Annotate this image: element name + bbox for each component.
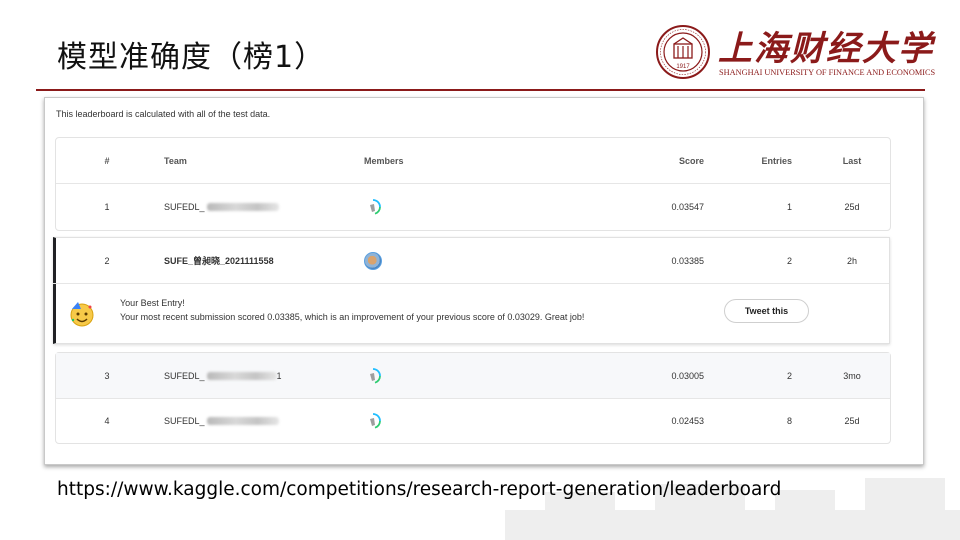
team-cell[interactable]: SUFEDL_ 1 — [164, 353, 344, 398]
members-cell — [364, 238, 424, 283]
rank-cell: 1 — [104, 202, 110, 212]
last-cell: 2h — [846, 255, 857, 266]
team-name-suffix: 1 — [276, 370, 282, 381]
team-name[interactable]: SUFEDL_ — [164, 371, 205, 381]
score-cell: 0.03005 — [671, 370, 704, 381]
university-logo: 1917 上海财经大学 SHANGHAI UNIVERSITY OF FINAN… — [652, 23, 935, 81]
seal-year: 1917 — [676, 64, 690, 70]
team-cell[interactable]: SUFEDL_ — [164, 399, 344, 443]
tweet-this-button[interactable]: Tweet this — [724, 299, 809, 323]
leaderboard-url[interactable]: https://www.kaggle.com/competitions/rese… — [57, 479, 781, 500]
entries-cell: 2 — [786, 370, 792, 381]
best-entry-title: Your Best Entry! — [120, 298, 185, 308]
column-header-members[interactable]: Members — [364, 138, 424, 183]
team-cell[interactable]: SUFEDL_ — [164, 184, 344, 230]
rank-cell: 2 — [104, 255, 110, 266]
table-row-mine[interactable]: 2 SUFE_曾昶晓_2021111558 0.03385 2 2h — [53, 238, 889, 284]
entries-cell: 8 — [786, 416, 792, 426]
table-row[interactable]: 4 SUFEDL_ 0.02453 8 25d — [56, 399, 890, 443]
logo-english-name: SHANGHAI UNIVERSITY OF FINANCE AND ECONO… — [719, 68, 936, 77]
member-avatar[interactable] — [364, 251, 382, 270]
header-divider — [36, 89, 925, 91]
rank-cell: 3 — [104, 370, 110, 381]
leaderboard-note: This leaderboard is calculated with all … — [56, 109, 271, 119]
leaderboard-screenshot: This leaderboard is calculated with all … — [44, 97, 924, 465]
team-name[interactable]: SUFEDL_ — [164, 202, 205, 212]
leaderboard-table-top: # Team Members Score Entries Last 1 SUFE… — [55, 137, 891, 231]
rank-cell: 4 — [104, 416, 110, 426]
column-header-rank[interactable]: # — [96, 138, 118, 183]
last-cell: 25d — [844, 202, 860, 212]
table-header-row: # Team Members Score Entries Last — [56, 138, 890, 184]
best-entry-banner: Your Best Entry! Your most recent submis… — [56, 284, 889, 344]
column-header-entries[interactable]: Entries — [746, 138, 792, 183]
redacted-name — [206, 371, 277, 380]
column-header-score[interactable]: Score — [636, 138, 704, 183]
team-name[interactable]: SUFEDL_ — [164, 416, 205, 426]
leaderboard-table-bottom: 3 SUFEDL_ 1 0.03005 2 3mo 4 SUFEDL_ 0.02… — [55, 352, 891, 444]
members-cell — [364, 399, 424, 443]
score-cell: 0.03385 — [671, 255, 704, 266]
members-cell — [364, 184, 424, 230]
member-avatar-icon[interactable] — [364, 198, 382, 216]
university-seal-icon: 1917 — [656, 25, 710, 79]
entries-cell: 1 — [786, 202, 792, 212]
last-cell: 3mo — [843, 370, 861, 381]
redacted-name — [206, 417, 279, 425]
score-cell: 0.03547 — [671, 202, 704, 212]
slide-title: 模型准确度（榜1） — [57, 40, 326, 75]
table-row[interactable]: 3 SUFEDL_ 1 0.03005 2 3mo — [56, 353, 890, 399]
my-team-card: 2 SUFE_曾昶晓_2021111558 0.03385 2 2h Your … — [53, 237, 890, 344]
entries-cell: 2 — [786, 255, 792, 266]
member-avatar-icon[interactable] — [364, 367, 382, 385]
redacted-name — [206, 203, 279, 211]
member-avatar-icon[interactable] — [364, 412, 382, 430]
column-header-last[interactable]: Last — [832, 138, 872, 183]
logo-chinese-name: 上海财经大学 — [718, 29, 934, 69]
table-row[interactable]: 1 SUFEDL_ 0.03547 1 25d — [56, 184, 890, 230]
members-cell — [364, 353, 424, 398]
score-cell: 0.02453 — [671, 416, 704, 426]
column-header-team[interactable]: Team — [164, 138, 344, 183]
last-cell: 25d — [844, 416, 860, 426]
team-cell[interactable]: SUFE_曾昶晓_2021111558 — [164, 238, 344, 283]
celebration-emoji-icon — [70, 302, 94, 327]
best-entry-message: Your most recent submission scored 0.033… — [120, 312, 585, 322]
